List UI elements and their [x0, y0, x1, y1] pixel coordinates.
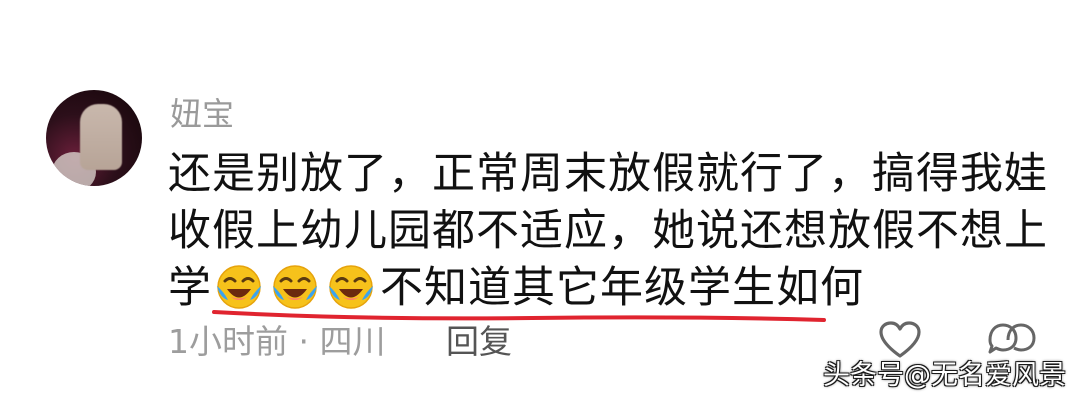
heart-outline-icon[interactable]: [878, 320, 922, 360]
laughing-crying-emoji-icon: [217, 265, 261, 309]
avatar[interactable]: [46, 90, 142, 186]
reply-button[interactable]: 回复: [446, 322, 512, 362]
laughing-crying-emoji-icon: [273, 265, 317, 309]
username[interactable]: 妞宝: [170, 96, 234, 132]
avatar-blurred-face: [80, 104, 122, 170]
comment-meta: 1小时前 · 四川: [168, 322, 386, 361]
laughing-crying-emoji-icon: [329, 265, 373, 309]
comment-bubbles-icon[interactable]: [984, 320, 1036, 360]
comment-line-3-prefix: 学: [168, 263, 212, 313]
watermark: 头条号@无名爱风景: [823, 360, 1066, 391]
comment-text: 还是别放了，正常周末放假就行了，搞得我娃 收假上幼儿园都不适应，她说还想放假不想…: [168, 146, 1048, 317]
comment-line-2: 收假上幼儿园都不适应，她说还想放假不想上: [168, 206, 1048, 256]
comment-line-1: 还是别放了，正常周末放假就行了，搞得我娃: [168, 149, 1048, 199]
